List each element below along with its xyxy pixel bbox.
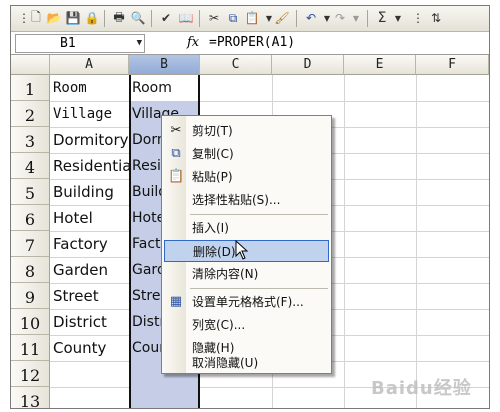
row-header[interactable]: 5 xyxy=(11,179,50,205)
name-box-dropdown-icon[interactable]: ▼ xyxy=(137,35,142,52)
menu-item-format-cells[interactable]: ▦ 设置单元格格式(F)... xyxy=(164,291,329,313)
format-painter-icon[interactable]: 🖌 xyxy=(273,9,291,27)
menu-item-clear-contents[interactable]: 清除内容(N) xyxy=(164,263,329,285)
row-header[interactable]: 10 xyxy=(11,309,50,335)
menu-item-cut[interactable]: ✂ 剪切(T) xyxy=(164,120,329,142)
print-icon[interactable]: 🖶 xyxy=(110,9,128,27)
row-header[interactable]: 1 xyxy=(11,75,50,101)
spelling-icon[interactable]: ✔ xyxy=(157,9,175,27)
standard-toolbar: ⋮ 🗋 📂 💾 🔒 🖶 🔍 ✔ 📖 ✂ ⧉ 📋 ▼ 🖌 ↶ ▼ ↷ ▼ Σ ▼ … xyxy=(11,6,489,32)
format-cells-icon: ▦ xyxy=(169,294,183,309)
column-header-b[interactable]: B xyxy=(129,55,200,75)
sort-icon[interactable]: ⇅ xyxy=(427,9,445,27)
row-header[interactable]: 8 xyxy=(11,257,50,283)
toolbar-separator xyxy=(104,10,105,27)
menu-separator xyxy=(190,214,328,215)
menu-item-label: 粘贴(P) xyxy=(192,170,233,184)
permission-icon[interactable]: 🔒 xyxy=(83,9,101,27)
toolbar-separator xyxy=(367,10,368,27)
menu-item-paste[interactable]: 📋 粘贴(P) xyxy=(164,166,329,188)
menu-item-label: 清除内容(N) xyxy=(192,267,259,281)
menu-item-paste-special[interactable]: 选择性粘贴(S)... xyxy=(164,189,329,211)
formula-bar: B1 ▼ fx =PROPER(A1) xyxy=(11,32,489,55)
name-box[interactable]: B1 ▼ xyxy=(15,34,145,53)
select-all-corner[interactable] xyxy=(11,55,50,75)
redo-dropdown-icon[interactable]: ▼ xyxy=(347,9,365,27)
column-header-f[interactable]: F xyxy=(416,55,489,75)
menu-item-label: 选择性粘贴(S)... xyxy=(192,193,281,207)
column-header-a[interactable]: A xyxy=(50,55,129,75)
menu-item-copy[interactable]: ⧉ 复制(C) xyxy=(164,143,329,165)
cell-a8[interactable]: Garden xyxy=(53,257,108,283)
menu-item-label: 列宽(C)... xyxy=(192,318,246,332)
menu-item-label: 取消隐藏(U) xyxy=(192,356,259,370)
row-header[interactable]: 13 xyxy=(11,387,50,408)
scissors-icon: ✂ xyxy=(170,123,182,138)
toolbar-separator xyxy=(151,10,152,27)
menu-item-label: 复制(C) xyxy=(192,147,234,161)
print-preview-icon[interactable]: 🔍 xyxy=(129,9,147,27)
paste-icon[interactable]: 📋 xyxy=(243,9,261,27)
gridline xyxy=(416,75,417,408)
name-box-value: B1 xyxy=(60,36,76,51)
copy-icon: ⧉ xyxy=(171,146,181,161)
gridline xyxy=(50,101,489,102)
row-header[interactable]: 4 xyxy=(11,153,50,179)
cell-a6[interactable]: Hotel xyxy=(53,205,93,231)
column-header-d[interactable]: D xyxy=(272,55,344,75)
cell-a3[interactable]: Dormitory xyxy=(53,127,129,153)
menu-item-label: 设置单元格格式(F)... xyxy=(192,295,304,309)
cell-b1[interactable]: Room xyxy=(132,75,198,101)
menu-item-column-width[interactable]: 列宽(C)... xyxy=(164,314,329,336)
menu-item-label: 删除(D) xyxy=(193,245,236,259)
paste-icon: 📋 xyxy=(168,169,185,184)
save-icon[interactable]: 💾 xyxy=(64,9,82,27)
toolbar-separator xyxy=(199,10,200,27)
research-icon[interactable]: 📖 xyxy=(177,9,195,27)
cell-a10[interactable]: District xyxy=(53,309,107,335)
cell-a9[interactable]: Street xyxy=(53,283,99,309)
watermark: Baidu经验 xyxy=(371,378,472,399)
excel-window: ⋮ 🗋 📂 💾 🔒 🖶 🔍 ✔ 📖 ✂ ⧉ 📋 ▼ 🖌 ↶ ▼ ↷ ▼ Σ ▼ … xyxy=(10,5,490,409)
menu-item-label: 剪切(T) xyxy=(192,124,233,138)
menu-separator xyxy=(190,288,328,289)
cell-a4[interactable]: Residential xyxy=(53,153,136,179)
cut-icon[interactable]: ✂ xyxy=(205,9,223,27)
row-header[interactable]: 9 xyxy=(11,283,50,309)
column-header-e[interactable]: E xyxy=(344,55,416,75)
cell-a11[interactable]: County xyxy=(53,335,106,361)
row-header[interactable]: 3 xyxy=(11,127,50,153)
insert-function-icon[interactable]: fx xyxy=(187,34,199,51)
copy-icon[interactable]: ⧉ xyxy=(224,9,242,27)
row-header[interactable]: 12 xyxy=(11,361,50,387)
row-header[interactable]: 11 xyxy=(11,335,50,361)
autosum-dropdown-icon[interactable]: ▼ xyxy=(389,9,407,27)
open-icon[interactable]: 📂 xyxy=(45,9,63,27)
cell-a7[interactable]: Factory xyxy=(53,231,108,257)
row-header[interactable]: 7 xyxy=(11,231,50,257)
mouse-cursor-icon xyxy=(235,240,249,260)
menu-item-label: 插入(I) xyxy=(192,221,229,235)
cell-a1[interactable]: Room xyxy=(53,75,87,101)
gridline xyxy=(344,75,345,408)
column-header-c[interactable]: C xyxy=(200,55,272,75)
cell-a5[interactable]: Building xyxy=(53,179,114,205)
cell-a2[interactable]: Village xyxy=(53,101,112,127)
toolbar-grip-icon: ⋮ xyxy=(412,11,424,25)
menu-item-unhide[interactable]: 取消隐藏(U) xyxy=(164,352,329,374)
menu-item-insert[interactable]: 插入(I) xyxy=(164,217,329,239)
toolbar-separator xyxy=(296,10,297,27)
row-header[interactable]: 2 xyxy=(11,101,50,127)
new-icon[interactable]: 🗋 xyxy=(27,9,45,27)
row-header[interactable]: 6 xyxy=(11,205,50,231)
formula-input[interactable]: =PROPER(A1) xyxy=(209,34,295,51)
